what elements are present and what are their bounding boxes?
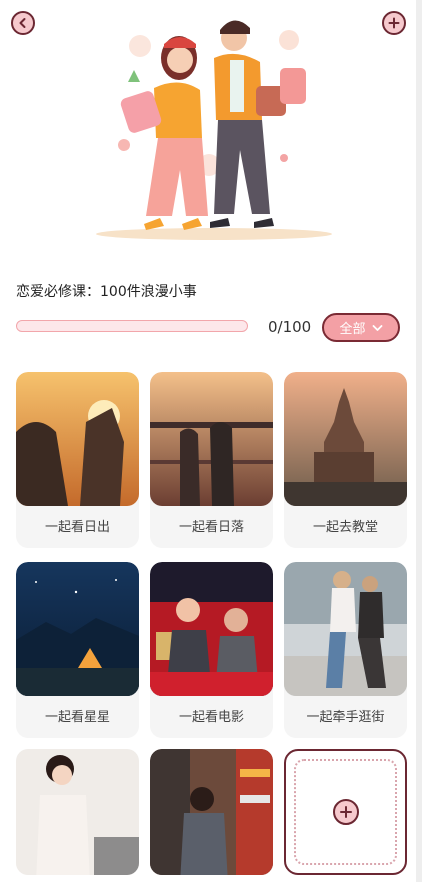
sunset-photo [150, 372, 273, 506]
card-cooking[interactable] [16, 749, 139, 875]
card-label: 一起看电影 [178, 710, 244, 725]
shopping-photo [150, 749, 273, 875]
card-movie[interactable]: 一起看电影 [150, 562, 273, 738]
movie-photo [150, 562, 273, 696]
stars-photo [16, 562, 139, 696]
filter-dropdown[interactable]: 全部 [322, 313, 400, 342]
back-button[interactable] [11, 11, 35, 35]
card-sunset[interactable]: 一起看日落 [150, 372, 273, 548]
card-shopping[interactable] [150, 749, 273, 875]
couple-illustration [96, 20, 332, 240]
sunrise-photo [16, 372, 139, 506]
card-label: 一起看星星 [44, 710, 110, 725]
card-church[interactable]: 一起去教堂 [284, 372, 407, 548]
card-street[interactable]: 一起牵手逛街 [284, 562, 407, 738]
card-label: 一起牵手逛街 [306, 710, 385, 725]
card-label: 一起看日出 [44, 520, 110, 535]
street-photo [284, 562, 407, 696]
chevron-down-icon [372, 324, 382, 331]
progress-bar [16, 320, 248, 332]
add-button[interactable] [382, 11, 406, 35]
progress-count: 0/100 [268, 318, 312, 336]
plus-icon [388, 17, 400, 29]
card-stars[interactable]: 一起看星星 [16, 562, 139, 738]
page-title: 恋爱必修课：100件浪漫小事 [16, 284, 197, 300]
chevron-left-icon [19, 18, 26, 28]
church-photo [284, 372, 407, 506]
filter-label: 全部 [339, 322, 366, 337]
card-sunrise[interactable]: 一起看日出 [16, 372, 139, 548]
card-label: 一起去教堂 [312, 520, 378, 535]
plus-icon [332, 799, 359, 825]
card-label: 一起看日落 [178, 520, 244, 535]
cooking-photo [16, 749, 139, 875]
scrollbar[interactable] [416, 0, 422, 882]
add-item-card[interactable] [284, 749, 407, 875]
